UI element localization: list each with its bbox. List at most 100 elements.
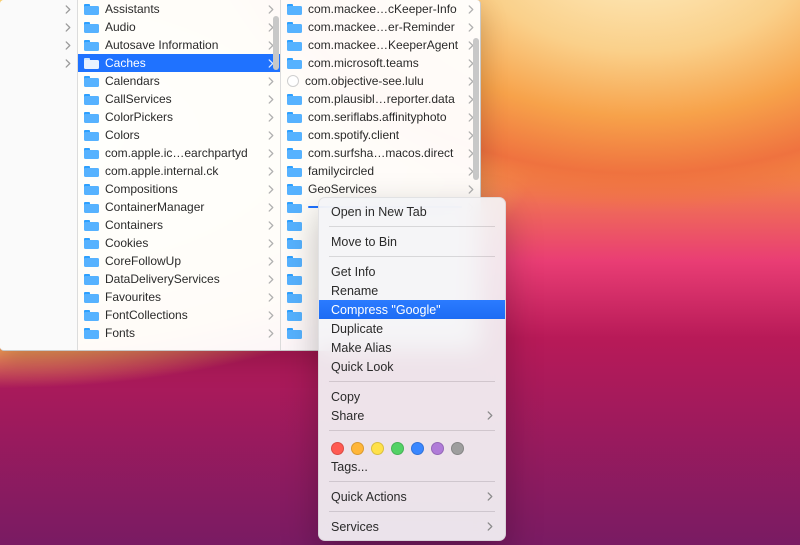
tag-color-dot[interactable] bbox=[351, 442, 364, 455]
scrollbar[interactable] bbox=[273, 2, 279, 348]
folder-row[interactable]: com.mackee…er-Reminder bbox=[281, 18, 480, 36]
menu-item-label: Tags... bbox=[331, 460, 368, 474]
folder-icon bbox=[287, 201, 302, 213]
folder-row[interactable]: familycircled bbox=[281, 162, 480, 180]
folder-row[interactable]: Colors bbox=[78, 126, 280, 144]
folder-label: Colors bbox=[105, 128, 262, 142]
folder-label: Autosave Information bbox=[105, 38, 262, 52]
tag-color-dot[interactable] bbox=[391, 442, 404, 455]
folder-label: com.mackee…cKeeper-Info bbox=[308, 2, 462, 16]
list-item[interactable] bbox=[0, 54, 77, 72]
folder-icon bbox=[84, 129, 99, 141]
folder-row[interactable]: ColorPickers bbox=[78, 108, 280, 126]
folder-row[interactable]: com.surfsha…macos.direct bbox=[281, 144, 480, 162]
menu-item-label: Compress "Google" bbox=[331, 303, 441, 317]
menu-item[interactable]: Copy bbox=[319, 387, 505, 406]
menu-item[interactable]: Share bbox=[319, 406, 505, 425]
folder-icon bbox=[84, 237, 99, 249]
folder-label: com.plausibl…reporter.data bbox=[308, 92, 462, 106]
folder-row[interactable]: CallServices bbox=[78, 90, 280, 108]
tag-color-dot[interactable] bbox=[331, 442, 344, 455]
menu-item[interactable]: Services bbox=[319, 517, 505, 536]
folder-icon bbox=[84, 75, 99, 87]
folder-row[interactable]: com.objective-see.lulu bbox=[281, 72, 480, 90]
folder-label: CallServices bbox=[105, 92, 262, 106]
folder-label: ColorPickers bbox=[105, 110, 262, 124]
folder-icon bbox=[84, 219, 99, 231]
menu-item[interactable]: Open in New Tab bbox=[319, 202, 505, 221]
menu-item-label: Move to Bin bbox=[331, 235, 397, 249]
menu-separator bbox=[329, 481, 495, 482]
folder-icon bbox=[287, 219, 302, 231]
menu-item-label: Quick Actions bbox=[331, 490, 407, 504]
folder-label: Assistants bbox=[105, 2, 262, 16]
folder-row[interactable]: Fonts bbox=[78, 324, 280, 342]
folder-row[interactable]: Favourites bbox=[78, 288, 280, 306]
folder-row[interactable]: Cookies bbox=[78, 234, 280, 252]
menu-item[interactable]: Get Info bbox=[319, 262, 505, 281]
folder-row[interactable]: ContainerManager bbox=[78, 198, 280, 216]
list-item[interactable] bbox=[0, 0, 77, 18]
folder-label: FontCollections bbox=[105, 308, 262, 322]
folder-label: Calendars bbox=[105, 74, 262, 88]
list-item[interactable] bbox=[0, 36, 77, 54]
folder-label: com.surfsha…macos.direct bbox=[308, 146, 462, 160]
folder-icon bbox=[287, 183, 302, 195]
menu-item[interactable]: Move to Bin bbox=[319, 232, 505, 251]
folder-row[interactable]: com.mackee…KeeperAgent bbox=[281, 36, 480, 54]
menu-item[interactable]: Quick Look bbox=[319, 357, 505, 376]
folder-row[interactable]: Audio bbox=[78, 18, 280, 36]
menu-item[interactable]: Make Alias bbox=[319, 338, 505, 357]
folder-row[interactable]: GeoServices bbox=[281, 180, 480, 198]
menu-item[interactable]: Quick Actions bbox=[319, 487, 505, 506]
tag-color-row bbox=[319, 436, 505, 457]
menu-item-label: Copy bbox=[331, 390, 360, 404]
folder-row[interactable]: Caches bbox=[78, 54, 280, 72]
folder-row[interactable]: CoreFollowUp bbox=[78, 252, 280, 270]
folder-label: DataDeliveryServices bbox=[105, 272, 262, 286]
folder-icon bbox=[84, 21, 99, 33]
folder-row[interactable]: com.mackee…cKeeper-Info bbox=[281, 0, 480, 18]
folder-label: com.spotify.client bbox=[308, 128, 462, 142]
menu-separator bbox=[329, 430, 495, 431]
menu-separator bbox=[329, 256, 495, 257]
folder-icon bbox=[84, 183, 99, 195]
tag-color-dot[interactable] bbox=[371, 442, 384, 455]
scrollbar-thumb[interactable] bbox=[473, 38, 479, 180]
folder-icon bbox=[287, 21, 302, 33]
folder-icon bbox=[84, 309, 99, 321]
folder-row[interactable]: Containers bbox=[78, 216, 280, 234]
tag-color-dot[interactable] bbox=[431, 442, 444, 455]
folder-icon bbox=[287, 309, 302, 321]
menu-item[interactable]: Tags... bbox=[319, 457, 505, 476]
folder-row[interactable]: Calendars bbox=[78, 72, 280, 90]
folder-icon bbox=[287, 327, 302, 339]
menu-item[interactable]: Compress "Google" bbox=[319, 300, 505, 319]
list-item[interactable] bbox=[0, 18, 77, 36]
folder-label: ContainerManager bbox=[105, 200, 262, 214]
folder-row[interactable]: com.plausibl…reporter.data bbox=[281, 90, 480, 108]
folder-icon bbox=[84, 111, 99, 123]
chevron-right-icon bbox=[65, 41, 71, 50]
folder-icon bbox=[287, 39, 302, 51]
menu-item-label: Services bbox=[331, 520, 379, 534]
folder-row[interactable]: com.apple.ic…earchpartyd bbox=[78, 144, 280, 162]
scrollbar-thumb[interactable] bbox=[273, 16, 279, 70]
folder-row[interactable]: com.microsoft.teams bbox=[281, 54, 480, 72]
folder-row[interactable]: com.seriflabs.affinityphoto bbox=[281, 108, 480, 126]
tag-color-dot[interactable] bbox=[451, 442, 464, 455]
folder-label: Fonts bbox=[105, 326, 262, 340]
folder-row[interactable]: FontCollections bbox=[78, 306, 280, 324]
menu-item[interactable]: Duplicate bbox=[319, 319, 505, 338]
folder-row[interactable]: Assistants bbox=[78, 0, 280, 18]
folder-icon bbox=[287, 147, 302, 159]
tag-color-dot[interactable] bbox=[411, 442, 424, 455]
folder-row[interactable]: Autosave Information bbox=[78, 36, 280, 54]
folder-row[interactable]: DataDeliveryServices bbox=[78, 270, 280, 288]
context-menu: Open in New Tab Move to Bin Get InfoRename… bbox=[318, 197, 506, 541]
folder-label: com.objective-see.lulu bbox=[305, 74, 462, 88]
folder-row[interactable]: Compositions bbox=[78, 180, 280, 198]
folder-row[interactable]: com.spotify.client bbox=[281, 126, 480, 144]
menu-item[interactable]: Rename bbox=[319, 281, 505, 300]
folder-row[interactable]: com.apple.internal.ck bbox=[78, 162, 280, 180]
